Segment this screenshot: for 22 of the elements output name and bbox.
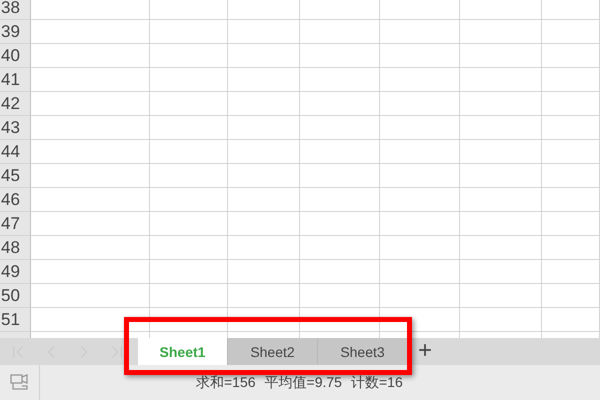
status-text: 计数=16 <box>350 374 403 392</box>
row-header: 43 <box>0 116 31 139</box>
row-header: 51 <box>0 308 31 331</box>
row-header: 46 <box>0 188 31 211</box>
sheet-tab[interactable]: Sheet3 <box>318 338 408 365</box>
row-header: 41 <box>0 68 31 91</box>
row-header: 39 <box>0 20 31 43</box>
sheet-tab[interactable]: Sheet2 <box>228 338 318 365</box>
status-text: 求和=156 <box>196 374 256 392</box>
row-header: 48 <box>0 236 31 259</box>
row-header: 49 <box>0 260 31 283</box>
status-text: 平均值=9.75 <box>264 374 342 392</box>
row-header: 38 <box>0 0 31 19</box>
row-header: 45 <box>0 164 31 187</box>
sheet-tab[interactable]: Sheet1 <box>138 338 228 365</box>
row-header: 50 <box>0 284 31 307</box>
row-header: 40 <box>0 44 31 67</box>
add-sheet-button[interactable]: + <box>408 338 442 365</box>
row-header: 44 <box>0 140 31 163</box>
row-header: 42 <box>0 92 31 115</box>
macro-recorder-icon[interactable] <box>8 372 30 392</box>
row-header: 47 <box>0 212 31 235</box>
